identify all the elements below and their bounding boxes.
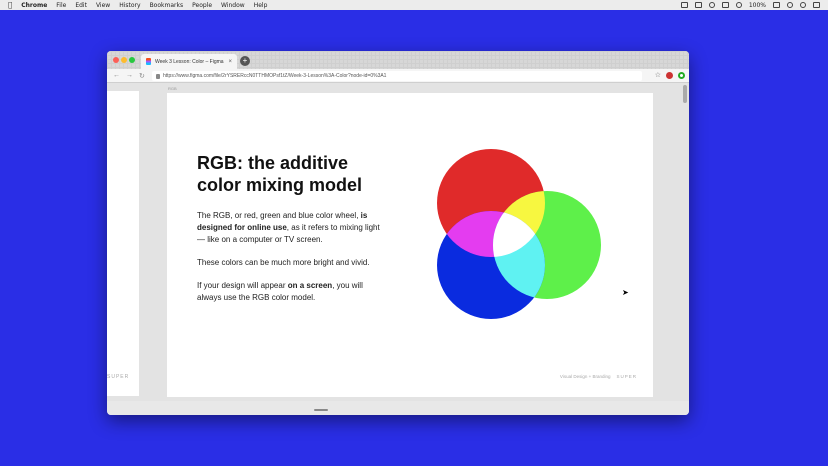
menu-window[interactable]: Window [221, 2, 245, 9]
volume-icon[interactable] [735, 2, 742, 8]
resize-handle[interactable] [314, 409, 328, 411]
forward-icon[interactable]: → [126, 72, 133, 79]
bookmark-star-icon[interactable]: ☆ [655, 71, 661, 79]
dropbox-icon[interactable] [694, 2, 702, 8]
previous-frame[interactable] [107, 91, 139, 396]
footer-brand: SUPER [616, 374, 637, 379]
reload-icon[interactable]: ↻ [139, 72, 145, 80]
browser-toolbar: ← → ↻ https://www.figma.com/file/2rYSRER… [107, 69, 689, 83]
slide-frame[interactable]: RGB: the additive color mixing model The… [167, 93, 653, 397]
back-icon[interactable]: ← [113, 72, 120, 79]
menu-help[interactable]: Help [254, 2, 268, 9]
figma-favicon-icon [146, 58, 151, 65]
url-text: https://www.figma.com/file/2rYSRERccN0TT… [163, 73, 387, 79]
address-bar[interactable]: https://www.figma.com/file/2rYSRERccN0TT… [152, 71, 642, 81]
new-tab-button[interactable]: + [240, 56, 250, 66]
maximize-window-button[interactable] [129, 57, 135, 63]
apple-icon[interactable]:  [8, 1, 12, 9]
menu-icon[interactable] [813, 2, 820, 8]
wifi-icon[interactable] [708, 2, 715, 8]
airplay-icon[interactable] [721, 2, 729, 8]
menu-app-name[interactable]: Chrome [21, 2, 47, 9]
lock-icon [156, 73, 160, 79]
profile-avatar-icon[interactable] [666, 71, 673, 79]
menu-file[interactable]: File [56, 2, 66, 9]
p3-text: If your design will appear [197, 281, 288, 290]
frame-label[interactable]: RGB [168, 86, 177, 91]
paragraph-1: The RGB, or red, green and blue color wh… [197, 210, 387, 246]
menu-people[interactable]: People [192, 2, 212, 9]
battery-label: 100% [748, 1, 766, 9]
paragraph-2: These colors can be much more bright and… [197, 258, 370, 267]
close-window-button[interactable] [113, 57, 119, 63]
p3-bold: on a screen [287, 281, 333, 290]
extension-icon[interactable] [678, 71, 685, 79]
tab-bar: Week 3 Lesson: Color – Figma × + [107, 51, 689, 69]
slide-heading: RGB: the additive color mixing model [197, 153, 363, 195]
paragraph-3: If your design will appear on a screen, … [197, 280, 387, 304]
bottom-bar [107, 401, 689, 415]
left-frame-logo: SUPER [107, 374, 130, 380]
vertical-scrollbar[interactable] [683, 85, 687, 103]
tab-figma[interactable]: Week 3 Lesson: Color – Figma × [141, 54, 237, 69]
p1-text: The RGB, or red, green and blue color wh… [197, 211, 361, 220]
mouse-cursor-icon: ➤ [622, 288, 629, 297]
user-icon[interactable] [800, 2, 806, 8]
menu-bookmarks[interactable]: Bookmarks [150, 2, 184, 9]
browser-window: Week 3 Lesson: Color – Figma × + ← → ↻ h… [107, 51, 689, 415]
slide-footer: Visual Design + Branding SUPER [560, 374, 637, 379]
minimize-window-button[interactable] [121, 57, 127, 63]
close-tab-icon[interactable]: × [228, 59, 232, 65]
spotify-icon[interactable] [680, 2, 688, 8]
menu-history[interactable]: History [119, 2, 140, 9]
tab-title: Week 3 Lesson: Color – Figma [155, 58, 224, 65]
search-icon[interactable] [787, 2, 793, 8]
footer-label: Visual Design + Branding [559, 374, 611, 379]
rgb-color-wheel [437, 149, 601, 319]
battery-icon[interactable] [773, 2, 780, 8]
menu-edit[interactable]: Edit [75, 2, 87, 9]
menu-view[interactable]: View [96, 2, 110, 9]
menu-bar:  Chrome File Edit View History Bookmark… [0, 0, 828, 10]
